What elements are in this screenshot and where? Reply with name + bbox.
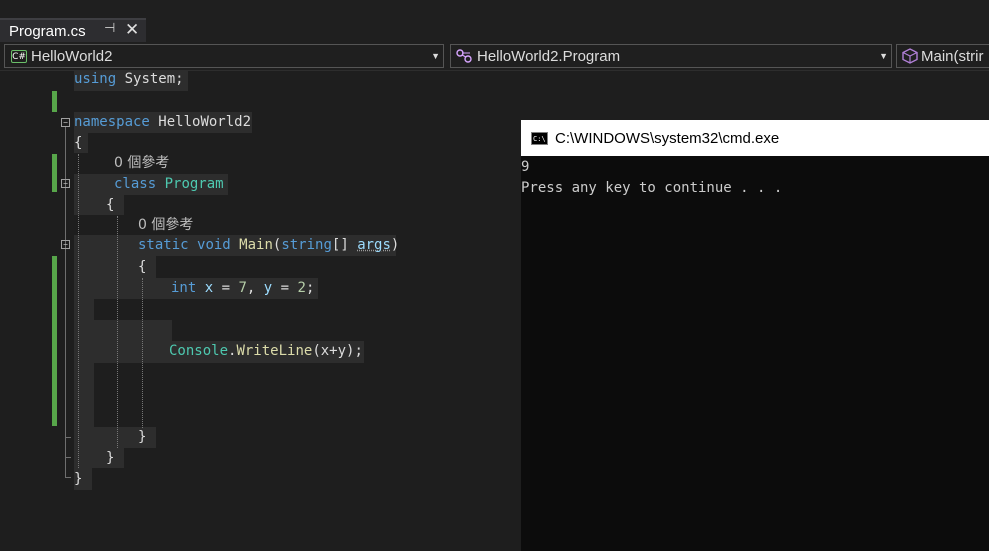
line-highlight	[74, 195, 124, 215]
codelens-class-references[interactable]: 0 個參考	[114, 153, 169, 174]
navigation-bar: C# HelloWorld2 ▼ HelloWorld2.Program ▼ M…	[0, 42, 989, 71]
class-name: Program	[164, 176, 224, 192]
chevron-down-icon[interactable]: ▼	[431, 51, 440, 61]
project-name: HelloWorld2	[31, 47, 113, 65]
class-dropdown[interactable]: HelloWorld2.Program ▼	[450, 44, 892, 68]
code-line-brace: }	[106, 448, 114, 469]
pin-icon[interactable]: ⊣	[104, 21, 115, 36]
open-brace: {	[74, 135, 83, 151]
code-line-class: class Program	[114, 174, 224, 195]
method-writeline: WriteLine	[236, 343, 313, 359]
console-title-bar[interactable]: C:\ C:\WINDOWS\system32\cmd.exe	[521, 120, 989, 156]
writeline-args: (x+y);	[312, 343, 363, 359]
console-output: 9 Press any key to continue . . .	[521, 157, 989, 199]
console-line: 9	[521, 159, 530, 175]
namespace-name: HelloWorld2	[158, 114, 252, 130]
param-args: args	[357, 237, 391, 253]
code-line-brace: {	[74, 133, 82, 154]
outline-end	[65, 457, 71, 458]
keyword-int: int	[171, 280, 197, 296]
member-name: Main(strir	[921, 47, 984, 65]
code-line-using: using System;	[74, 69, 184, 90]
indent-guide	[78, 154, 79, 468]
semicolon: ;	[305, 280, 315, 296]
outline-end	[65, 477, 71, 478]
using-namespace: System;	[124, 71, 184, 87]
document-tab-strip: Program.cs ⊣ ✕	[0, 0, 989, 42]
collapse-class-toggle[interactable]: −	[61, 179, 70, 188]
line-highlight	[74, 299, 94, 320]
code-line-brace: {	[106, 195, 114, 216]
indent-guide	[117, 216, 118, 448]
cmd-icon: C:\	[531, 131, 548, 145]
code-line-brace: {	[138, 257, 146, 278]
open-brace: {	[138, 259, 147, 275]
collapse-method-toggle[interactable]: −	[61, 240, 70, 249]
array-brackets: []	[331, 237, 349, 253]
number-2: 2	[297, 280, 306, 296]
console-class: Console	[169, 343, 229, 359]
collapse-namespace-toggle[interactable]: −	[61, 118, 70, 127]
close-brace: }	[138, 429, 147, 445]
method-main: Main	[239, 237, 273, 253]
indicator-margin	[0, 71, 48, 551]
outline-end	[65, 437, 71, 438]
code-line-brace: }	[74, 469, 82, 490]
code-line-namespace: namespace HelloWorld2	[74, 112, 251, 133]
tab-title: Program.cs	[9, 22, 86, 40]
code-line-main: static void Main(string[] args)	[138, 237, 400, 253]
line-highlight	[74, 320, 172, 341]
keyword-class: class	[114, 176, 157, 192]
keyword-using: using	[74, 71, 117, 87]
chevron-down-icon[interactable]: ▼	[879, 51, 888, 61]
equals: =	[221, 280, 231, 296]
line-highlight	[74, 363, 94, 427]
class-icon	[456, 49, 472, 63]
keyword-namespace: namespace	[74, 114, 150, 130]
member-dropdown[interactable]: Main(strir	[896, 44, 989, 68]
tab-program-cs[interactable]: Program.cs ⊣ ✕	[0, 18, 146, 42]
codelens-main-references[interactable]: 0 個參考	[138, 215, 193, 236]
keyword-string: string	[281, 237, 332, 253]
open-brace: {	[106, 197, 115, 213]
console-title: C:\WINDOWS\system32\cmd.exe	[555, 129, 780, 147]
code-line-brace: }	[138, 427, 146, 448]
csharp-project-icon: C#	[11, 49, 27, 63]
number-7: 7	[238, 280, 247, 296]
var-x: x	[204, 280, 214, 296]
change-bar	[52, 91, 57, 112]
console-line: Press any key to continue . . .	[521, 180, 783, 196]
code-line-int-decl: int x = 7, y = 2;	[171, 278, 314, 299]
change-bar	[52, 154, 57, 192]
project-dropdown[interactable]: C# HelloWorld2 ▼	[4, 44, 444, 68]
close-brace: }	[74, 471, 83, 487]
line-highlight	[74, 448, 124, 468]
keyword-void: void	[197, 237, 231, 253]
indent-guide	[142, 278, 143, 428]
change-bar	[52, 256, 57, 426]
code-line-writeline: Console.WriteLine(x+y);	[169, 343, 363, 359]
comma: ,	[246, 280, 256, 296]
console-window[interactable]: C:\ C:\WINDOWS\system32\cmd.exe 9 Press a…	[521, 120, 989, 551]
class-name: HelloWorld2.Program	[477, 47, 621, 65]
var-y: y	[263, 280, 273, 296]
close-icon[interactable]: ✕	[125, 20, 139, 40]
method-cube-icon	[902, 48, 918, 64]
equals: =	[280, 280, 290, 296]
keyword-static: static	[138, 237, 189, 253]
close-brace: }	[106, 450, 115, 466]
